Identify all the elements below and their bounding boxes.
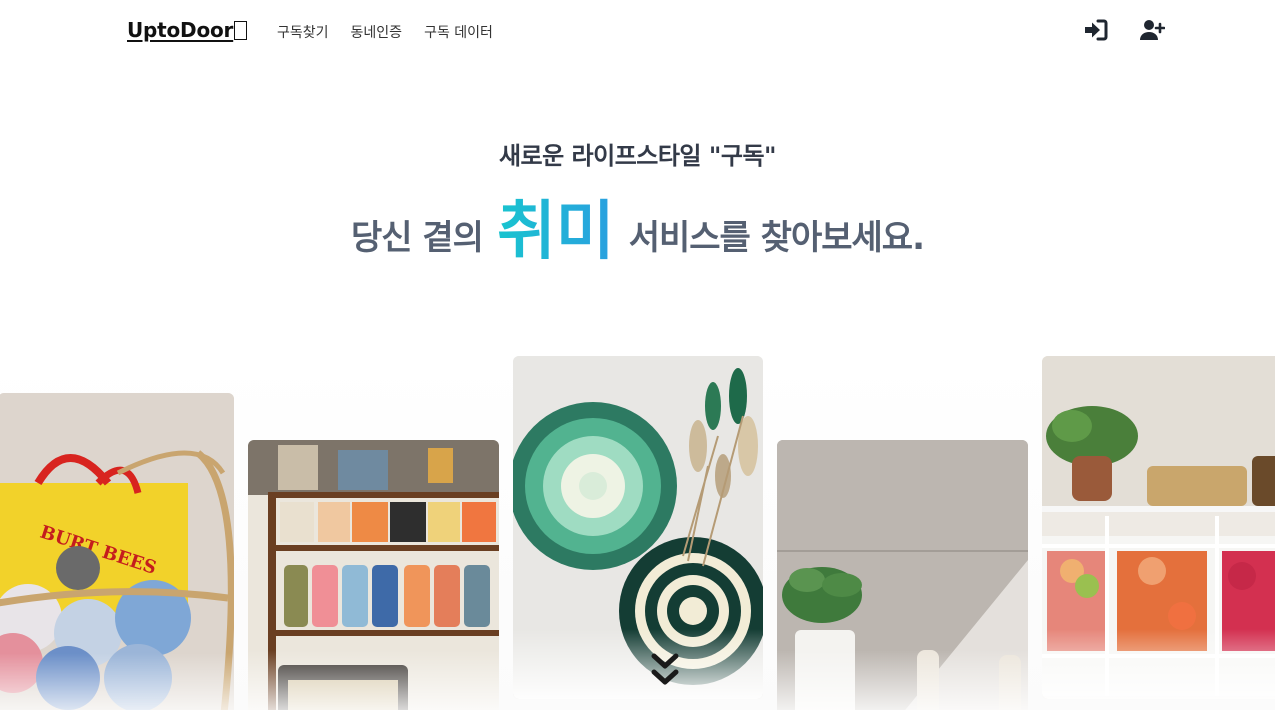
top-nav: UptoDoor 구독찾기 동네인증 구독 데이터 <box>0 0 1275 62</box>
card-fade-overlay <box>777 650 1028 710</box>
logo-box-icon <box>234 21 248 40</box>
main-menu: 구독찾기 동네인증 구독 데이터 <box>277 22 493 42</box>
hero-headline-suffix: 서비스를 찾아보세요. <box>628 218 925 258</box>
scroll-down-chevron-icon[interactable] <box>650 652 680 690</box>
carousel-card-knit-basket[interactable]: BURT BEES <box>0 393 234 710</box>
user-plus-icon[interactable] <box>1139 18 1165 42</box>
card-fade-overlay <box>0 653 234 710</box>
logo[interactable]: UptoDoor <box>127 18 248 42</box>
hero-highlight-word: 취미 <box>496 195 615 269</box>
menu-item-neighborhood-auth[interactable]: 동네인증 <box>351 22 403 42</box>
card-fade-overlay <box>248 650 499 710</box>
hero-headline: 당신 곁의 취미 서비스를 찾아보세요. <box>0 180 1275 272</box>
nav-icon-group <box>1083 18 1165 42</box>
hero-headline-prefix: 당신 곁의 <box>350 218 484 258</box>
carousel-card-plant-vase[interactable] <box>777 440 1028 710</box>
carousel-card-macrame-coasters[interactable] <box>513 356 763 699</box>
carousel-card-yarn-cart[interactable] <box>1042 356 1275 699</box>
card-fade-overlay <box>513 629 763 699</box>
menu-item-subscription-data[interactable]: 구독 데이터 <box>424 22 493 42</box>
menu-item-subscription-search[interactable]: 구독찾기 <box>277 22 329 42</box>
card-fade-overlay <box>1042 629 1275 699</box>
carousel-card-yarn-shelf[interactable] <box>248 440 499 710</box>
hero-subtitle: 새로운 라이프스타일 "구독" <box>498 142 777 170</box>
sign-in-icon[interactable] <box>1083 18 1109 42</box>
